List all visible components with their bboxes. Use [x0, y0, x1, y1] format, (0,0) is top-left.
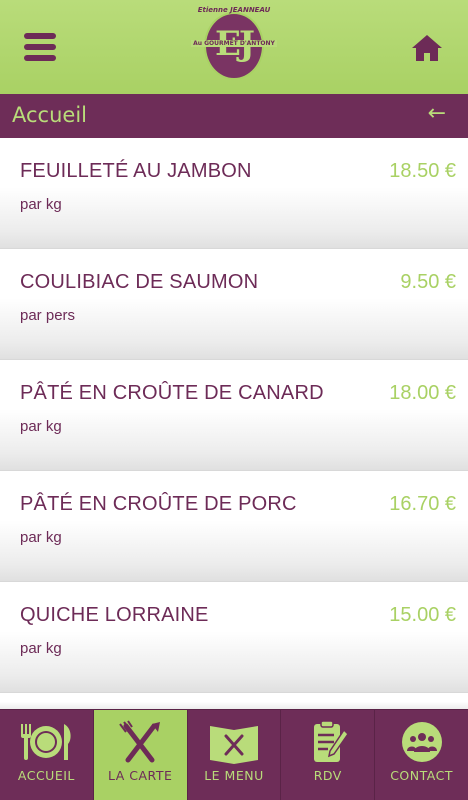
menu-book-icon	[209, 726, 258, 764]
tab-la-carte[interactable]: LA CARTE	[93, 710, 188, 800]
product-name: FEUILLETÉ AU JAMBON	[20, 160, 252, 182]
product-price: 15.00 €	[389, 604, 456, 626]
tab-label: LE MENU	[204, 768, 264, 783]
plate-cutlery-icon	[21, 724, 72, 760]
list-item[interactable]: PÂTÉ EN CROÛTE DE PORC par kg 16.70 €	[0, 471, 468, 582]
hamburger-icon[interactable]	[24, 33, 56, 61]
tab-label: LA CARTE	[108, 768, 173, 783]
product-price: 9.50 €	[400, 271, 456, 293]
tab-rdv[interactable]: RDV	[281, 710, 376, 800]
list-item[interactable]: FEUILLETÉ AU JAMBON par kg 18.50 €	[0, 138, 468, 249]
bottom-tab-bar: ACCUEIL LA CARTE LE MENU RDV CONTACT	[0, 709, 468, 800]
brand-logo[interactable]: EJ Etienne JEANNEAU Au GOURMET D'ANTONY	[186, 4, 282, 90]
product-price: 18.50 €	[389, 160, 456, 182]
logo-top-text: Etienne JEANNEAU	[197, 6, 271, 14]
page-titlebar: Accueil ←	[0, 94, 468, 138]
product-name: PÂTÉ EN CROÛTE DE PORC	[20, 493, 297, 515]
page-title: Accueil	[12, 103, 87, 127]
home-icon[interactable]	[410, 33, 444, 63]
tab-le-menu[interactable]: LE MENU	[188, 710, 282, 800]
product-unit: par kg	[20, 418, 62, 435]
product-list: FEUILLETÉ AU JAMBON par kg 18.50 € COULI…	[0, 138, 468, 713]
product-unit: par kg	[20, 640, 62, 657]
product-unit: par pers	[20, 307, 76, 324]
list-item[interactable]: QUICHE LORRAINE par kg 15.00 €	[0, 582, 468, 693]
people-icon	[401, 722, 442, 762]
tab-label: ACCUEIL	[17, 768, 75, 783]
list-item[interactable]: PÂTÉ EN CROÛTE DE CANARD par kg 18.00 €	[0, 360, 468, 471]
tab-accueil[interactable]: ACCUEIL	[0, 710, 94, 800]
product-price: 18.00 €	[389, 382, 456, 404]
product-price: 16.70 €	[389, 493, 456, 515]
product-unit: par kg	[20, 196, 62, 213]
logo-middle-text: Au GOURMET D'ANTONY	[191, 40, 277, 47]
tab-contact[interactable]: CONTACT	[375, 710, 468, 800]
product-name: QUICHE LORRAINE	[20, 604, 209, 626]
app-header: EJ Etienne JEANNEAU Au GOURMET D'ANTONY	[0, 0, 468, 94]
product-name: COULIBIAC DE SAUMON	[20, 271, 259, 293]
clipboard-icon	[313, 720, 349, 762]
tab-label: CONTACT	[390, 768, 453, 783]
back-arrow-icon[interactable]: ←	[428, 101, 446, 126]
list-item[interactable]: COULIBIAC DE SAUMON par pers 9.50 €	[0, 249, 468, 360]
tab-label: RDV	[313, 768, 342, 783]
product-name: PÂTÉ EN CROÛTE DE CANARD	[20, 382, 324, 404]
product-unit: par kg	[20, 529, 62, 546]
fork-knife-icon	[119, 720, 161, 763]
